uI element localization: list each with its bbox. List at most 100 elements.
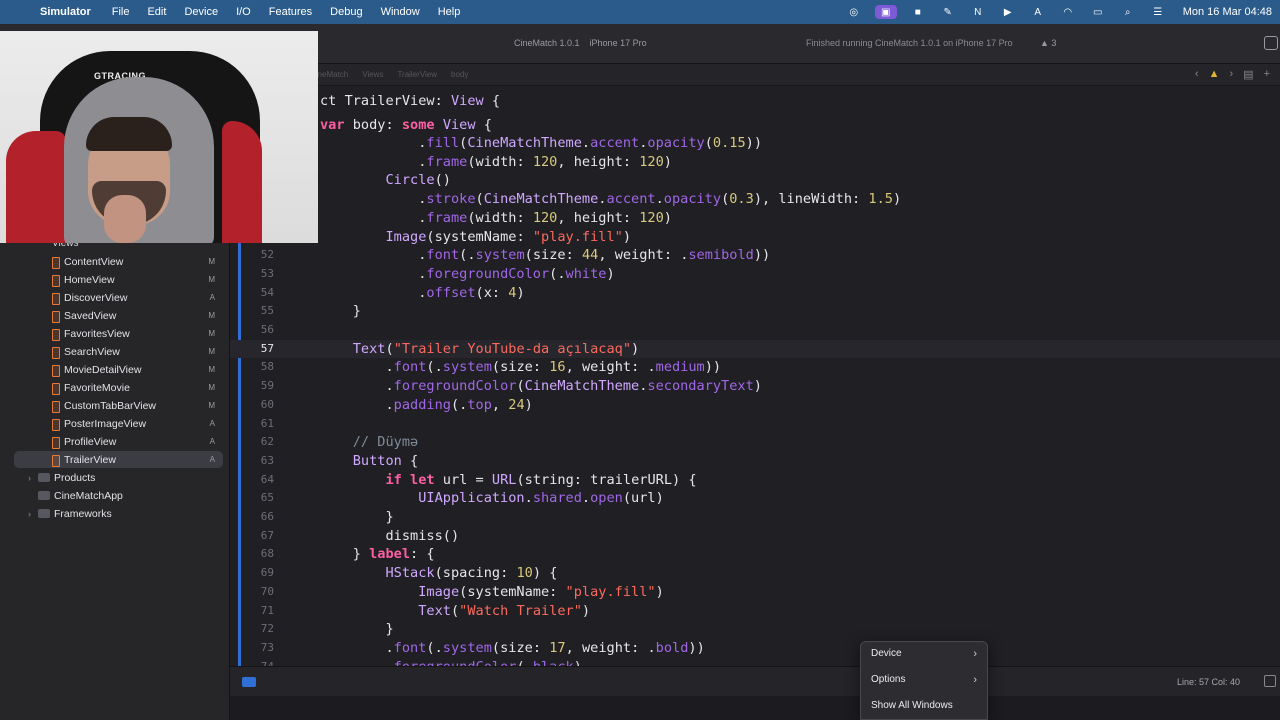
play-circle-icon[interactable]: ▶	[999, 5, 1017, 19]
code-line[interactable]: 73 .font(.system(size: 17, weight: .bold…	[230, 639, 1280, 658]
current-code-line[interactable]: 57 Text("Trailer YouTube-da açılacaq")	[230, 339, 1280, 359]
code-line[interactable]: 58 .font(.system(size: 16, weight: .medi…	[230, 358, 1280, 377]
pen-icon[interactable]: ✎	[939, 5, 957, 19]
issue-warning-icon[interactable]: ▲	[1209, 68, 1220, 81]
sticky-scope-line[interactable]: var body: some View {	[230, 116, 1280, 135]
battery-icon[interactable]: ▭	[1089, 5, 1107, 19]
chevron-right-icon[interactable]: ›	[28, 473, 31, 483]
code-line[interactable]: 59 .foregroundColor(CineMatchTheme.secon…	[230, 377, 1280, 396]
folder-item[interactable]: CineMatchApp	[14, 487, 223, 504]
file-item[interactable]: SearchView M	[14, 343, 223, 360]
code-line[interactable]: .stroke(CineMatchTheme.accent.opacity(0.…	[230, 190, 1280, 209]
menu-help[interactable]: Help	[438, 6, 461, 18]
code-line[interactable]: 66 }	[230, 508, 1280, 527]
menu-device[interactable]: Device	[184, 6, 218, 18]
code-line[interactable]: 52 .font(.system(size: 44, weight: .semi…	[230, 246, 1280, 265]
text-input-icon[interactable]: A	[1029, 5, 1047, 19]
file-name: DiscoverView	[64, 291, 128, 304]
file-item[interactable]: SavedView M	[14, 307, 223, 324]
line-number: 65	[260, 491, 274, 505]
forward-icon[interactable]: ›	[1229, 68, 1233, 81]
code-line[interactable]: 67 dismiss()	[230, 527, 1280, 546]
run-destination[interactable]: iPhone 17 Pro	[590, 38, 647, 48]
code-line[interactable]: 53 .foregroundColor(.white)	[230, 265, 1280, 284]
screen-share-icon[interactable]: ▣	[874, 5, 897, 19]
file-item[interactable]: ContentView M	[14, 253, 223, 270]
code-line[interactable]: 72 }	[230, 620, 1280, 639]
file-item[interactable]: FavoriteMovie M	[14, 379, 223, 396]
file-item-selected[interactable]: TrailerView A	[14, 451, 223, 468]
crumb-group[interactable]: Views	[362, 70, 383, 79]
code-text: if let url = URL(string: trailerURL) {	[385, 471, 697, 488]
menu-window[interactable]: Window	[381, 6, 420, 18]
line-number: 64	[260, 472, 274, 486]
code-line[interactable]: 70 Image(systemName: "play.fill")	[230, 583, 1280, 602]
debug-area	[230, 696, 1280, 720]
add-editor-icon[interactable]: +	[1264, 68, 1270, 81]
inspector-toggle-icon[interactable]	[1264, 36, 1278, 50]
file-item[interactable]: PosterImageView A	[14, 415, 223, 432]
code-text: .fill(CineMatchTheme.accent.opacity(0.15…	[418, 135, 763, 151]
search-icon[interactable]: ⌕	[1119, 5, 1137, 19]
menu-item-device[interactable]: Device ›	[861, 644, 987, 664]
file-item[interactable]: ProfileView A	[14, 433, 223, 450]
code-line[interactable]: 74 .foregroundColor(.black)	[230, 658, 1280, 666]
warning-count[interactable]: ▲ 3	[1040, 38, 1056, 48]
back-icon[interactable]: ‹	[1195, 68, 1199, 81]
file-item[interactable]: HomeView M	[14, 271, 223, 288]
minimap-icon[interactable]: ▤	[1243, 68, 1253, 81]
code-line[interactable]: 54 .offset(x: 4)	[230, 284, 1280, 303]
sticky-scope-line[interactable]: ct TrailerView: View {	[230, 92, 1280, 111]
breadcrumb[interactable]: CineMatch Views TrailerView body	[310, 70, 468, 79]
source-editor[interactable]: ct TrailerView: View { var body: some Vie…	[230, 86, 1280, 666]
code-line[interactable]: 61	[230, 415, 1280, 434]
code-line[interactable]: Image(systemName: "play.fill")	[230, 228, 1280, 247]
file-item[interactable]: MovieDetailView M	[14, 361, 223, 378]
menu-file[interactable]: File	[112, 6, 130, 18]
code-line[interactable]: 69 HStack(spacing: 10) {	[230, 564, 1280, 583]
file-name: CustomTabBarView	[64, 399, 157, 412]
code-line[interactable]: .frame(width: 120, height: 120)	[230, 153, 1280, 172]
code-line[interactable]: 62 // Düymə	[230, 433, 1280, 452]
line-number: 52	[260, 248, 274, 262]
debug-area-toggle-icon[interactable]	[242, 677, 256, 687]
menu-debug[interactable]: Debug	[330, 6, 362, 18]
file-name: TrailerView	[64, 453, 116, 466]
code-line[interactable]: 56	[230, 321, 1280, 340]
wifi-icon[interactable]: ◠	[1059, 5, 1077, 19]
notion-icon[interactable]: N	[969, 5, 987, 19]
menu-io[interactable]: I/O	[236, 6, 251, 18]
code-line[interactable]: 65 UIApplication.shared.open(url)	[230, 489, 1280, 508]
menu-edit[interactable]: Edit	[147, 6, 166, 18]
screen-recorder-icon[interactable]: ◎	[845, 5, 863, 19]
file-item[interactable]: FavoritesView M	[14, 325, 223, 342]
folder-item[interactable]: › Frameworks	[14, 505, 223, 522]
scheme-selector[interactable]: CineMatch 1.0.1 iPhone 17 Pro	[514, 38, 647, 48]
code-line[interactable]: 60 .padding(.top, 24)	[230, 396, 1280, 415]
code-line[interactable]: .frame(width: 120, height: 120)	[230, 209, 1280, 228]
app-menu[interactable]: Simulator	[40, 6, 91, 18]
code-line[interactable]: .fill(CineMatchTheme.accent.opacity(0.15…	[230, 134, 1280, 153]
code-line[interactable]: 64 if let url = URL(string: trailerURL) …	[230, 471, 1280, 490]
menu-item-show-all-windows[interactable]: Show All Windows	[861, 696, 987, 716]
code-text: Button {	[352, 452, 419, 469]
scheme-name[interactable]: CineMatch 1.0.1	[514, 38, 580, 48]
file-item[interactable]: DiscoverView A	[14, 289, 223, 306]
folder-item[interactable]: › Products	[14, 469, 223, 486]
file-item[interactable]: CustomTabBarView M	[14, 397, 223, 414]
camera-icon[interactable]: ■	[909, 5, 927, 19]
crumb-symbol[interactable]: body	[451, 70, 468, 79]
line-number: 72	[260, 622, 274, 636]
code-line[interactable]: Circle()	[230, 171, 1280, 190]
crumb-file[interactable]: TrailerView	[397, 70, 437, 79]
code-line[interactable]: 68 } label: {	[230, 545, 1280, 564]
code-line[interactable]: 71 Text("Watch Trailer")	[230, 602, 1280, 621]
menu-item-options[interactable]: Options ›	[861, 670, 987, 690]
menu-features[interactable]: Features	[269, 6, 312, 18]
menubar-clock[interactable]: Mon 16 Mar 04:48	[1183, 6, 1272, 18]
split-pane-icon[interactable]	[1264, 675, 1276, 687]
chevron-right-icon[interactable]: ›	[28, 509, 31, 519]
code-line[interactable]: 63 Button {	[230, 452, 1280, 471]
control-center-icon[interactable]: ☰	[1149, 5, 1167, 19]
code-line[interactable]: 55 }	[230, 302, 1280, 321]
